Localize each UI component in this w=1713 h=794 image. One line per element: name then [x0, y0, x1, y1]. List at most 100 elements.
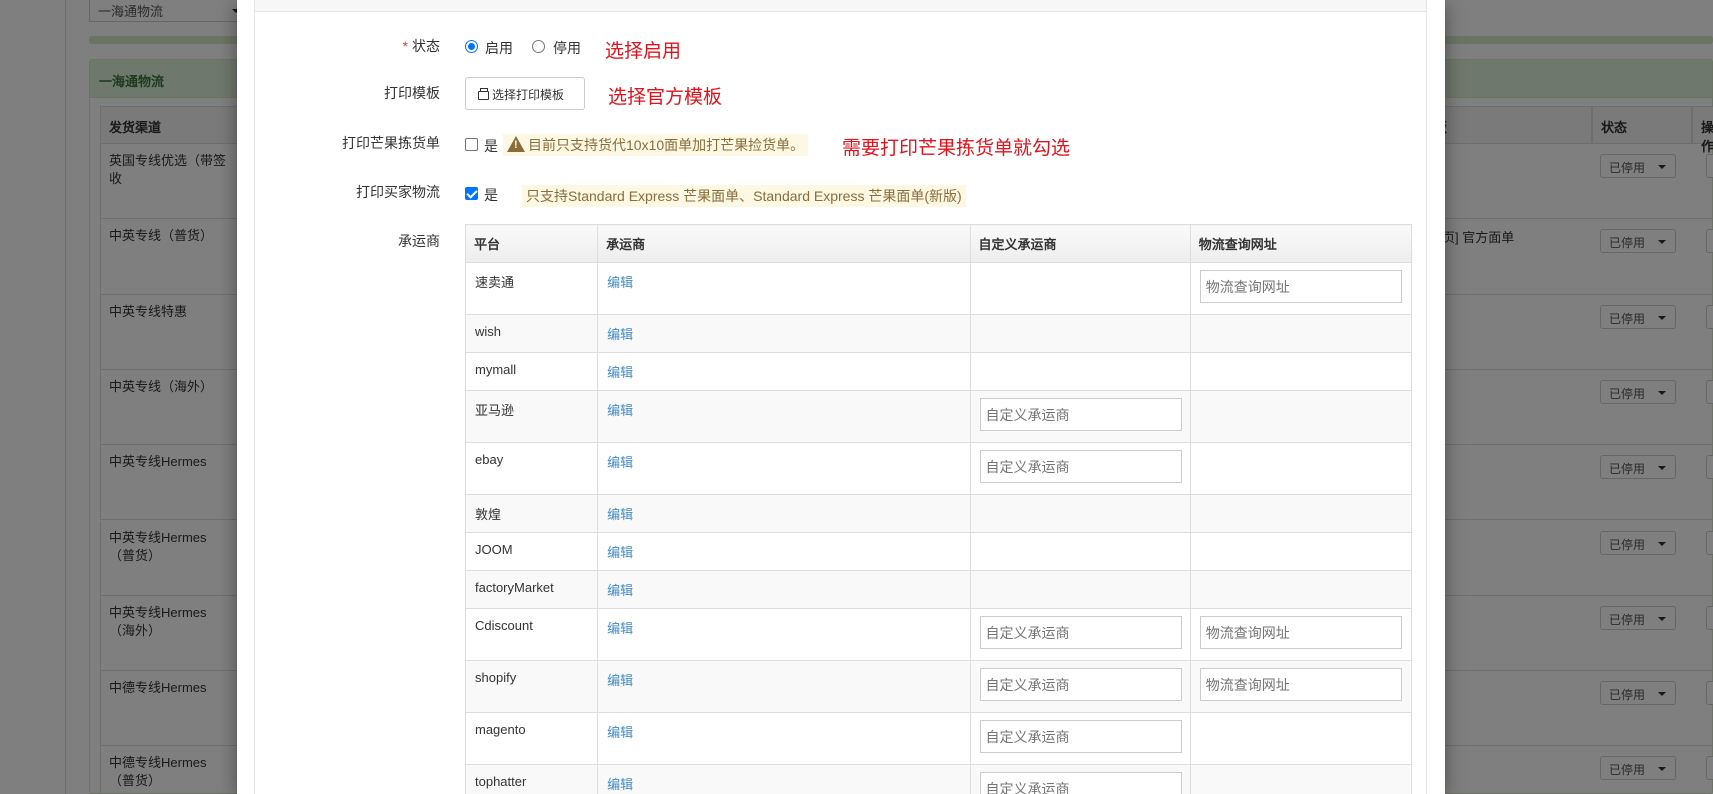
tracking-url-cell	[1189, 442, 1413, 495]
custom-carrier-cell	[969, 532, 1191, 571]
tracking-url-cell	[1189, 660, 1413, 713]
buyer-logistics-label: 打印买家物流	[356, 184, 440, 200]
status-disable-radio[interactable]	[532, 40, 545, 53]
tracking-url-input[interactable]	[1199, 616, 1402, 649]
carrier-cell: 编辑	[597, 390, 971, 443]
custom-carrier-input[interactable]	[979, 450, 1182, 483]
status-enable-radio[interactable]	[465, 40, 478, 53]
buyer-yes-label[interactable]: 是	[484, 185, 498, 205]
custom-carrier-cell	[969, 608, 1191, 661]
tracking-url-cell	[1189, 712, 1413, 765]
buyer-logistics-info: 只支持Standard Express 芒果面单、Standard Expres…	[522, 185, 966, 207]
custom-carrier-cell	[969, 660, 1191, 713]
tracking-url-cell	[1189, 608, 1413, 661]
edit-carrier-link[interactable]: 编辑	[607, 583, 633, 598]
edit-carrier-link[interactable]: 编辑	[607, 365, 633, 380]
carrier-row: mymall 编辑	[464, 352, 1413, 391]
tracking-url-cell	[1189, 262, 1413, 315]
platform-name: mymall	[464, 352, 599, 391]
carrier-row: ebay 编辑	[464, 442, 1413, 495]
carrier-cell: 编辑	[597, 352, 971, 391]
custom-carrier-cell	[969, 712, 1191, 765]
custom-carrier-input[interactable]	[979, 398, 1182, 431]
carrier-row: shopify 编辑	[464, 660, 1413, 713]
tracking-url-cell	[1189, 390, 1413, 443]
carrier-table: 平台 承运商 自定义承运商 物流查询网址 速卖通编辑wish编辑mymall编辑…	[464, 224, 1413, 794]
custom-carrier-cell	[969, 262, 1191, 315]
platform-name: factoryMarket	[464, 570, 599, 609]
custom-carrier-cell	[969, 390, 1191, 443]
carrier-cell: 编辑	[597, 608, 971, 661]
tracking-url-cell	[1189, 352, 1413, 391]
custom-carrier-cell	[969, 570, 1191, 609]
custom-carrier-cell	[969, 494, 1191, 533]
platform-name: JOOM	[464, 532, 599, 571]
custom-carrier-cell	[969, 442, 1191, 495]
custom-carrier-input[interactable]	[979, 720, 1182, 753]
edit-carrier-link[interactable]: 编辑	[607, 275, 633, 290]
platform-name: 亚马逊	[464, 390, 599, 443]
edit-carrier-link[interactable]: 编辑	[607, 327, 633, 342]
carrier-cell: 编辑	[597, 660, 971, 713]
carrier-label: 承运商	[398, 233, 440, 249]
channel-settings-modal: * 状态 启用 停用 选择启用 打印模板 选择打印模板 选择官方模板 打印芒果拣货…	[237, 0, 1445, 794]
platform-name: 敦煌	[464, 494, 599, 533]
carrier-cell: 编辑	[597, 764, 971, 794]
carrier-cell: 编辑	[597, 570, 971, 609]
custom-carrier-cell	[969, 314, 1191, 353]
mango-warning: 目前只支持货代10x10面单加打芒果捡货单。	[503, 134, 809, 156]
carrier-row: 敦煌 编辑	[464, 494, 1413, 533]
tracking-url-cell	[1189, 570, 1413, 609]
edit-carrier-link[interactable]: 编辑	[607, 621, 633, 636]
template-label: 打印模板	[384, 85, 440, 101]
custom-carrier-cell	[969, 352, 1191, 391]
custom-carrier-input[interactable]	[979, 616, 1182, 649]
template-annotation: 选择官方模板	[608, 87, 723, 108]
edit-carrier-link[interactable]: 编辑	[607, 545, 633, 560]
edit-carrier-link[interactable]: 编辑	[607, 777, 633, 792]
carrier-row: 亚马逊 编辑	[464, 390, 1413, 443]
tracking-url-input[interactable]	[1199, 270, 1402, 303]
carrier-cell: 编辑	[597, 494, 971, 533]
buyer-logistics-checkbox[interactable]	[465, 187, 478, 200]
status-label: * 状态	[402, 38, 440, 54]
edit-carrier-link[interactable]: 编辑	[607, 725, 633, 740]
mango-picklist-checkbox[interactable]	[465, 138, 478, 151]
col-custom-carrier: 自定义承运商	[969, 224, 1191, 263]
custom-carrier-cell	[969, 764, 1191, 794]
platform-name: ebay	[464, 442, 599, 495]
platform-name: Cdiscount	[464, 608, 599, 661]
edit-carrier-link[interactable]: 编辑	[607, 507, 633, 522]
carrier-row: tophatter 编辑	[464, 764, 1413, 794]
carrier-cell: 编辑	[597, 712, 971, 765]
mango-annotation: 需要打印芒果拣货单就勾选	[842, 138, 1071, 159]
select-template-button[interactable]: 选择打印模板	[465, 77, 585, 110]
status-enable-label[interactable]: 启用	[485, 38, 513, 58]
tracking-url-cell	[1189, 764, 1413, 794]
mango-yes-label[interactable]: 是	[484, 136, 498, 156]
carrier-row: wish 编辑	[464, 314, 1413, 353]
carrier-row: factoryMarket 编辑	[464, 570, 1413, 609]
platform-name: shopify	[464, 660, 599, 713]
required-mark: *	[402, 38, 408, 54]
modal-header-strip	[255, 0, 1426, 12]
status-disable-label[interactable]: 停用	[553, 38, 581, 58]
edit-carrier-link[interactable]: 编辑	[607, 673, 633, 688]
status-annotation: 选择启用	[605, 41, 682, 62]
carrier-row: JOOM 编辑	[464, 532, 1413, 571]
tracking-url-input[interactable]	[1199, 668, 1402, 701]
col-platform: 平台	[464, 224, 599, 263]
tracking-url-cell	[1189, 532, 1413, 571]
custom-carrier-input[interactable]	[979, 668, 1182, 701]
platform-name: 速卖通	[464, 262, 599, 315]
edit-carrier-link[interactable]: 编辑	[607, 455, 633, 470]
carrier-cell: 编辑	[597, 262, 971, 315]
carrier-row: magento 编辑	[464, 712, 1413, 765]
platform-name: wish	[464, 314, 599, 353]
edit-carrier-link[interactable]: 编辑	[607, 403, 633, 418]
warning-icon	[507, 136, 525, 152]
custom-carrier-input[interactable]	[979, 772, 1182, 794]
carrier-cell: 编辑	[597, 442, 971, 495]
printer-icon	[478, 88, 489, 100]
carrier-cell: 编辑	[597, 314, 971, 353]
